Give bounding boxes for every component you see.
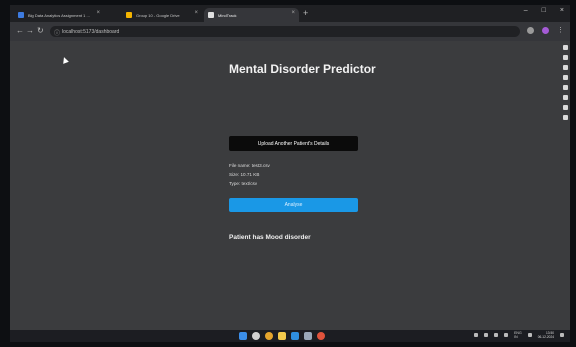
close-window-button[interactable]: ×: [560, 7, 564, 14]
file-explorer-icon[interactable]: [278, 332, 286, 340]
doc-icon: [18, 12, 24, 18]
window-controls: – □ ×: [524, 7, 564, 14]
mouse-cursor-icon: [61, 56, 69, 64]
side-rail: [560, 41, 570, 120]
notification-icon[interactable]: [560, 333, 564, 337]
url-text: localhost:5173/dashboard: [62, 28, 120, 35]
menu-kebab-icon[interactable]: ⋮: [557, 26, 564, 34]
profile-avatar-icon[interactable]: [542, 26, 549, 34]
rail-icon[interactable]: [562, 95, 568, 100]
language-indicator[interactable]: ENG IN: [514, 331, 522, 339]
new-tab-button[interactable]: +: [303, 8, 308, 18]
windows-start-icon[interactable]: [239, 332, 247, 340]
battery-icon[interactable]: [494, 333, 499, 337]
network-icon[interactable]: [484, 333, 489, 337]
upload-patient-details-button[interactable]: Upload Another Patient's Details: [229, 136, 358, 151]
tab-label: Group 10 - Google Drive: [136, 12, 180, 18]
prediction-result: Patient has Mood disorder: [229, 234, 311, 241]
drive-icon: [126, 12, 132, 18]
search-icon[interactable]: [252, 332, 260, 340]
file-type: Type: text/csv: [229, 181, 258, 186]
vscode-icon[interactable]: [291, 332, 299, 340]
tab-active[interactable]: MindTrack ×: [204, 8, 299, 22]
maximize-button[interactable]: □: [542, 7, 546, 14]
settings-icon[interactable]: [562, 115, 568, 120]
file-size: Size: 10.71 KB: [229, 172, 260, 177]
file-info: File name: test3.csv Size: 10.71 KB Type…: [229, 161, 270, 188]
tab-label: Big Data Analytics Assignment 1 ...: [28, 12, 90, 18]
chevron-up-icon[interactable]: [474, 333, 479, 337]
close-icon[interactable]: ×: [291, 10, 295, 16]
minimize-button[interactable]: –: [524, 7, 528, 14]
chrome-profile-icon[interactable]: [317, 332, 325, 340]
volume-icon[interactable]: [504, 333, 509, 337]
analyse-button[interactable]: Analyse: [229, 198, 358, 212]
forward-arrow-icon[interactable]: →: [26, 26, 34, 35]
rail-icon[interactable]: [562, 105, 568, 110]
close-icon[interactable]: ×: [96, 10, 100, 16]
page-content: Mental Disorder Predictor Upload Another…: [10, 41, 570, 330]
site-icon: [208, 12, 214, 18]
taskbar: ENG IN 13:50 06-12-2024: [10, 330, 570, 342]
page-title: Mental Disorder Predictor: [229, 62, 376, 76]
tab-label: MindTrack: [218, 12, 237, 18]
clock-date: 06-12-2024: [537, 335, 554, 339]
rail-icon[interactable]: [562, 45, 568, 50]
browser-toolbar: ← → ↻ ⓘ localhost:5173/dashboard ⋮: [10, 22, 570, 41]
back-arrow-icon[interactable]: ←: [16, 26, 24, 35]
store-icon[interactable]: [304, 332, 312, 340]
extension-icon[interactable]: [527, 26, 534, 34]
reload-icon[interactable]: ↻: [37, 26, 44, 35]
screen: Big Data Analytics Assignment 1 ... × Gr…: [10, 5, 570, 342]
rail-icon[interactable]: [562, 85, 568, 90]
site-info-icon[interactable]: ⓘ: [54, 28, 60, 37]
close-icon[interactable]: ×: [194, 10, 198, 16]
clock[interactable]: 13:50 06-12-2024: [538, 331, 554, 339]
tab-drive[interactable]: Group 10 - Google Drive ×: [122, 8, 202, 22]
tab-assignment[interactable]: Big Data Analytics Assignment 1 ... ×: [14, 8, 104, 22]
chrome-icon[interactable]: [265, 332, 273, 340]
tab-strip: Big Data Analytics Assignment 1 ... × Gr…: [10, 5, 570, 22]
toolbar-icons: ⋮: [527, 26, 564, 34]
system-tray: ENG IN 13:50 06-12-2024: [474, 331, 564, 339]
rail-icon[interactable]: [562, 75, 568, 80]
rail-icon[interactable]: [562, 55, 568, 60]
address-bar[interactable]: ⓘ localhost:5173/dashboard: [50, 26, 520, 37]
wifi-icon[interactable]: [527, 333, 532, 337]
rail-icon[interactable]: [562, 65, 568, 70]
file-name: File name: test3.csv: [229, 163, 270, 168]
